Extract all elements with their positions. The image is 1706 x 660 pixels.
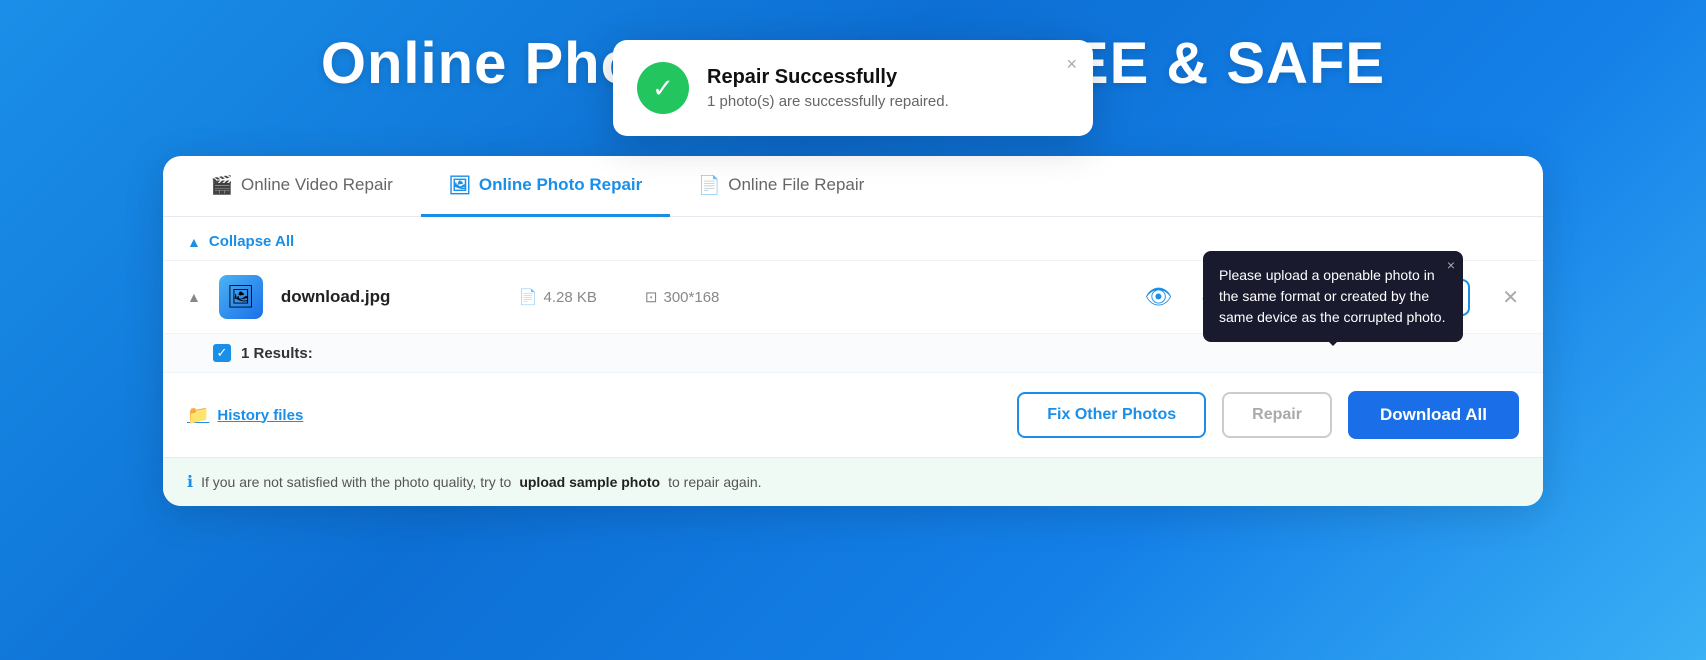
- toast-close-button[interactable]: ×: [1066, 54, 1077, 75]
- tab-photo[interactable]: 🖼 Online Photo Repair: [421, 156, 670, 217]
- preview-button[interactable]: 👁: [1144, 284, 1172, 310]
- history-files-label: History files: [217, 407, 303, 424]
- folder-icon: 📁: [187, 405, 209, 426]
- tab-video[interactable]: 🎬 Online Video Repair: [183, 156, 421, 217]
- video-icon: 🎬: [211, 174, 233, 196]
- file-icon: 📄: [698, 174, 720, 196]
- file-thumbnail: 🖼: [219, 275, 263, 319]
- file-size-meta: 📄 4.28 KB: [519, 288, 597, 306]
- repair-success-toast: ✓ Repair Successfully 1 photo(s) are suc…: [613, 40, 1093, 136]
- file-chevron-icon[interactable]: ▲: [187, 289, 201, 305]
- repair-button[interactable]: Repair: [1222, 392, 1332, 438]
- download-all-button[interactable]: Download All: [1348, 391, 1519, 439]
- photo-icon: 🖼: [449, 174, 471, 196]
- collapse-all-label: Collapse All: [209, 233, 294, 250]
- main-card: 🎬 Online Video Repair 🖼 Online Photo Rep…: [163, 156, 1543, 506]
- info-icon: ℹ: [187, 472, 193, 492]
- toast-subtitle: 1 photo(s) are successfully repaired.: [707, 93, 949, 110]
- tab-file-label: Online File Repair: [728, 175, 864, 195]
- tab-bar: 🎬 Online Video Repair 🖼 Online Photo Rep…: [163, 156, 1543, 217]
- info-bar: ℹ If you are not satisfied with the phot…: [163, 457, 1543, 506]
- select-all-checkbox[interactable]: ✓: [213, 344, 231, 362]
- info-text-suffix: to repair again.: [668, 474, 761, 490]
- file-size: 4.28 KB: [544, 289, 597, 306]
- fix-other-photos-button[interactable]: Fix Other Photos: [1017, 392, 1206, 438]
- success-icon: ✓: [637, 62, 689, 114]
- action-bar: 📁 History files Fix Other Photos Repair …: [163, 372, 1543, 457]
- upload-tooltip: × Please upload a openable photo in the …: [1203, 251, 1463, 342]
- file-row: ▲ 🖼 download.jpg 📄 4.28 KB ⊡ 300*168 👁 ⬇…: [163, 260, 1543, 333]
- info-text-bold: upload sample photo: [519, 474, 660, 490]
- file-name: download.jpg: [281, 287, 461, 307]
- results-label: 1 Results:: [241, 345, 313, 362]
- toast-title: Repair Successfully: [707, 66, 949, 89]
- file-icon-small: 📄: [519, 288, 538, 306]
- info-text-prefix: If you are not satisfied with the photo …: [201, 474, 511, 490]
- history-files-link[interactable]: 📁 History files: [187, 405, 303, 426]
- toast-content: Repair Successfully 1 photo(s) are succe…: [707, 66, 949, 110]
- tooltip-text: Please upload a openable photo in the sa…: [1219, 267, 1445, 325]
- file-dimensions: 300*168: [664, 289, 720, 306]
- tab-photo-label: Online Photo Repair: [479, 175, 642, 195]
- tab-file[interactable]: 📄 Online File Repair: [670, 156, 892, 217]
- tooltip-close-button[interactable]: ×: [1447, 257, 1455, 273]
- tab-video-label: Online Video Repair: [241, 175, 393, 195]
- chevron-up-icon: ▲: [187, 234, 201, 250]
- dims-icon: ⊡: [645, 288, 658, 306]
- remove-file-button[interactable]: ✕: [1502, 285, 1519, 310]
- file-dims-meta: ⊡ 300*168: [645, 288, 719, 306]
